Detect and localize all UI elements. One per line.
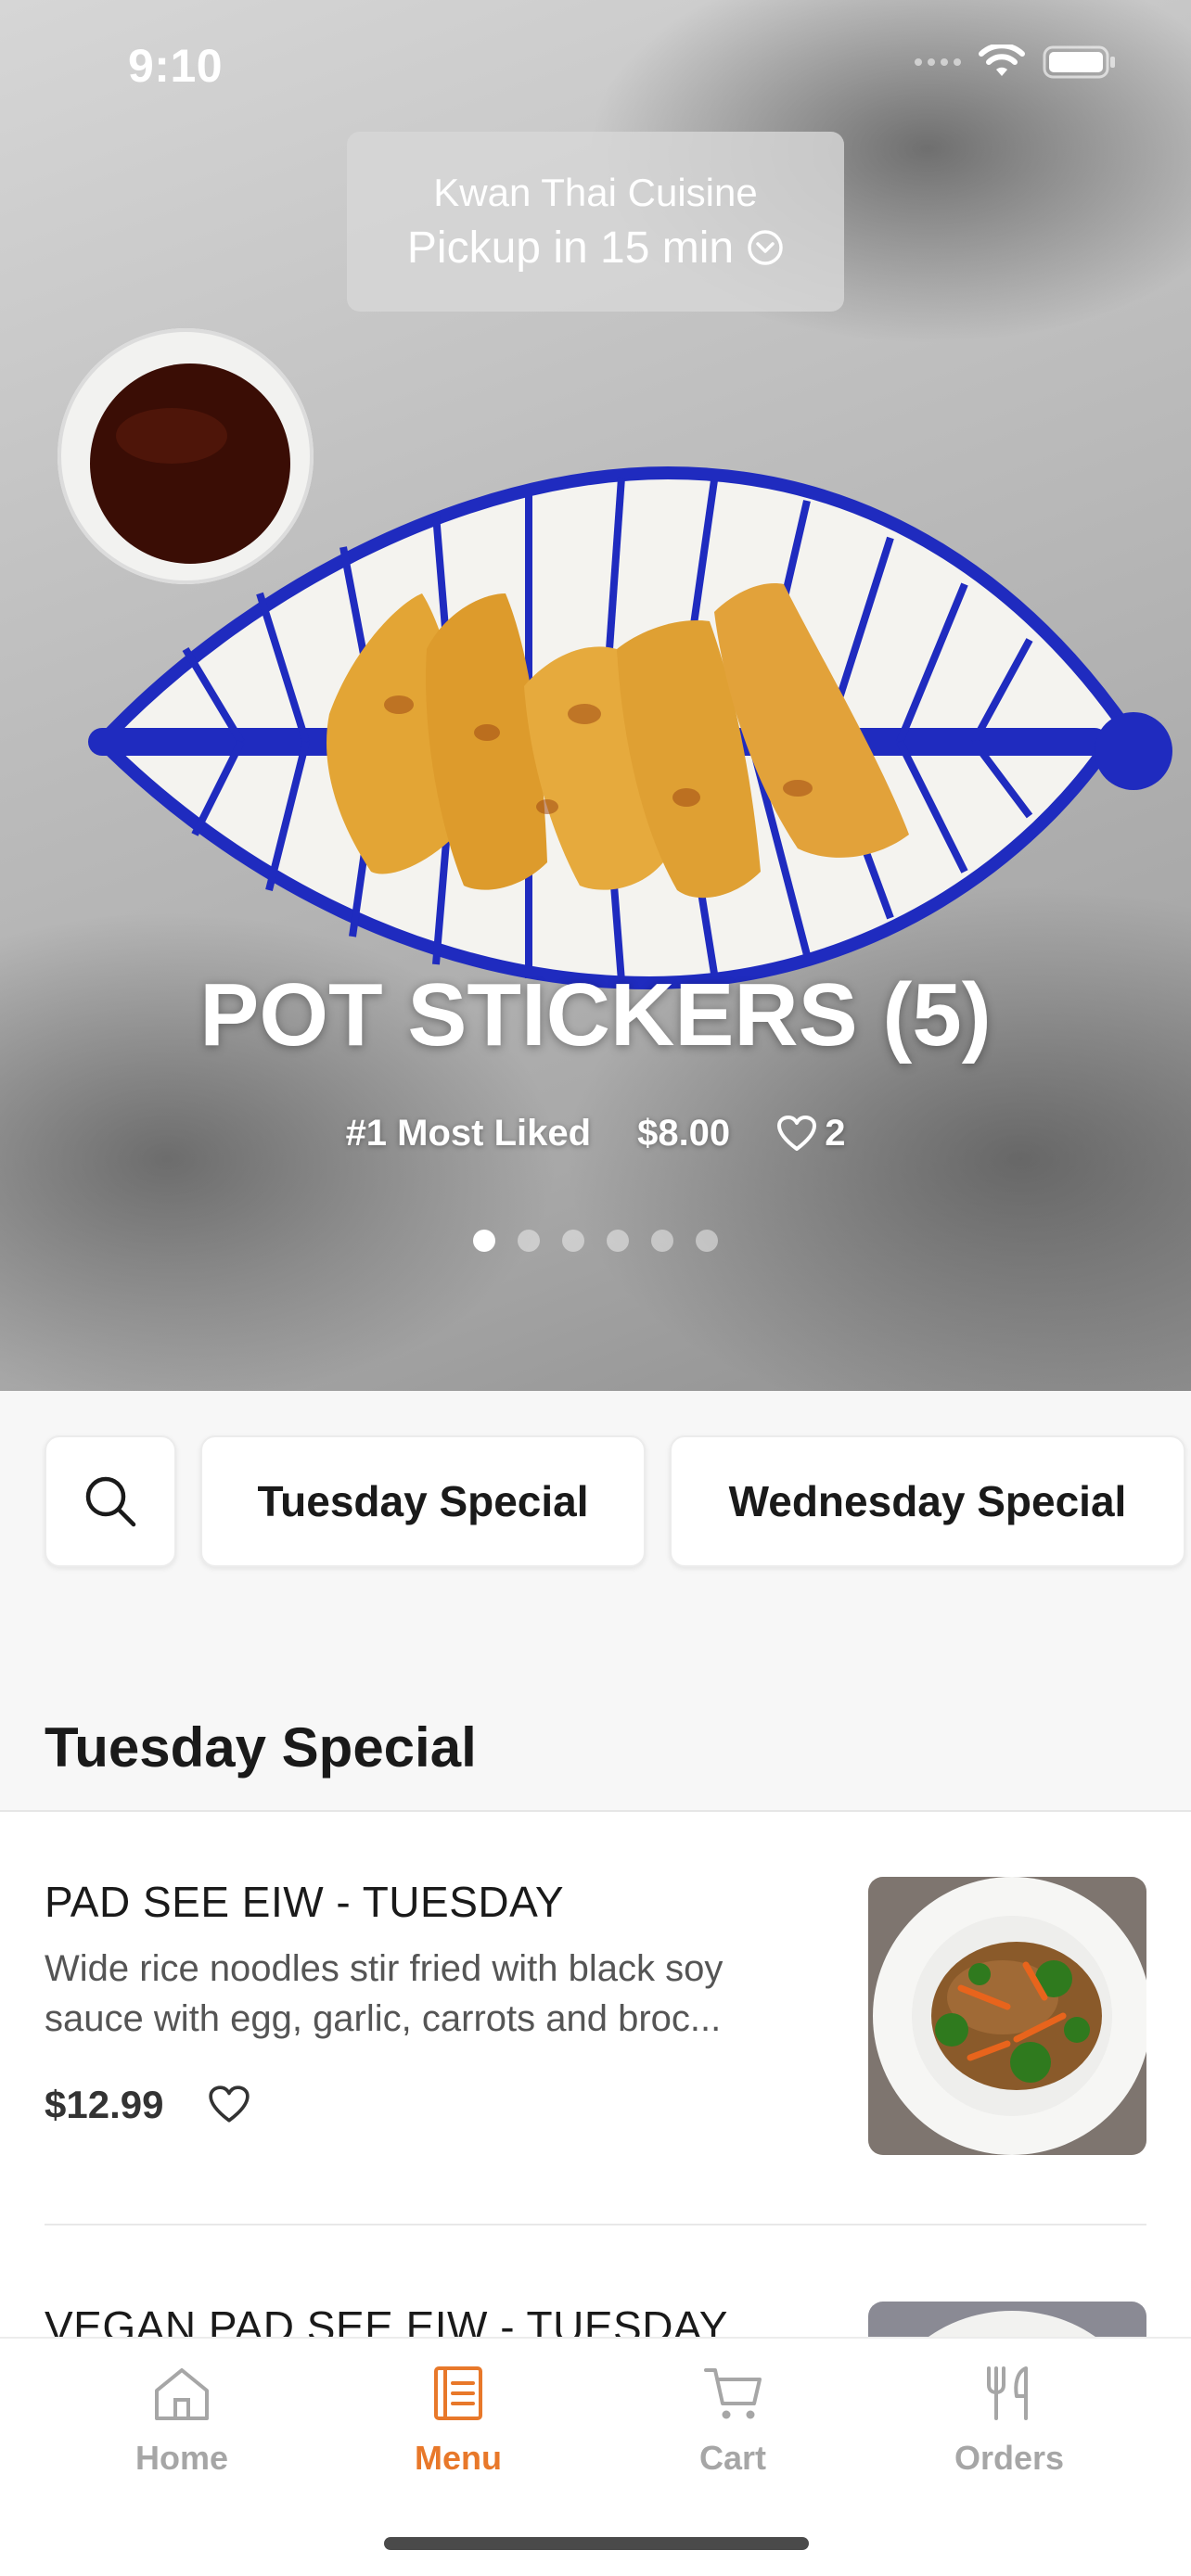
menu-book-icon <box>434 2366 482 2420</box>
carousel-dot[interactable] <box>607 1230 629 1252</box>
featured-price: $8.00 <box>637 1113 731 1154</box>
tab-cart[interactable]: Cart <box>594 2365 872 2478</box>
pickup-time: Pickup in 15 min <box>406 223 735 273</box>
featured-likes-count: 2 <box>825 1113 846 1154</box>
section-title: Tuesday Special <box>45 1716 477 1779</box>
tab-menu[interactable]: Menu <box>319 2365 597 2478</box>
tab-orders[interactable]: Orders <box>870 2365 1148 2478</box>
fork-knife-icon <box>987 2366 1028 2420</box>
menu-item-description-line: Wide rice noodles stir fried with black … <box>45 1948 724 1989</box>
store-selector[interactable]: Kwan Thai Cuisine Pickup in 15 min <box>347 132 844 312</box>
status-bar: 9:10 <box>0 0 1191 130</box>
home-icon <box>155 2368 209 2420</box>
pickup-row: Pickup in 15 min <box>407 223 784 274</box>
search-button[interactable] <box>45 1435 176 1567</box>
hero-banner[interactable]: 9:10 Kwan Thai Cuisine Pickup in 15 min … <box>0 0 1191 1391</box>
chip-wednesday-special[interactable]: Wednesday Special <box>670 1435 1185 1567</box>
menu-item-description-line: sauce with egg, garlic, carrots and broc… <box>45 1998 722 2039</box>
app-screen: 9:10 Kwan Thai Cuisine Pickup in 15 min … <box>0 0 1191 2576</box>
carousel-dot[interactable] <box>518 1230 540 1252</box>
status-time: 9:10 <box>128 40 224 92</box>
chevron-down-circle-icon <box>748 230 783 265</box>
cart-icon <box>704 2368 762 2419</box>
carousel-dot[interactable] <box>696 1230 718 1252</box>
carousel-dot[interactable] <box>473 1230 495 1252</box>
tab-orders-label: Orders <box>954 2439 1065 2477</box>
carousel-pagination[interactable] <box>0 1230 1191 1252</box>
carousel-dot[interactable] <box>562 1230 584 1252</box>
wifi-icon <box>979 45 1025 76</box>
tab-menu-label: Menu <box>415 2439 502 2477</box>
featured-rank: #1 Most Liked <box>345 1113 592 1154</box>
menu-item-price: $12.99 <box>45 2083 164 2126</box>
heart-icon <box>777 1115 817 1151</box>
list-divider <box>45 2224 1146 2225</box>
signal-dots-icon <box>915 58 961 66</box>
category-chips: Tuesday Special Wednesday Special <box>45 1435 1185 1567</box>
menu-item-photo <box>868 1877 1146 2155</box>
featured-item-title: POT STICKERS (5) <box>199 965 992 1065</box>
heart-outline-icon[interactable] <box>208 2085 250 2124</box>
carousel-dot[interactable] <box>651 1230 673 1252</box>
sauce-cup-image <box>58 328 314 584</box>
status-icons <box>915 45 1117 80</box>
menu-item-description: Wide rice noodles stir fried with black … <box>45 1944 842 2044</box>
tab-cart-label: Cart <box>698 2439 767 2477</box>
tab-home[interactable]: Home <box>43 2365 321 2478</box>
featured-item-meta: #1 Most Liked $8.00 2 <box>0 1113 1191 1154</box>
search-icon <box>85 1476 136 1527</box>
battery-icon <box>1043 45 1115 79</box>
store-name: Kwan Thai Cuisine <box>433 170 758 214</box>
tab-home-label: Home <box>134 2439 229 2477</box>
menu-item[interactable]: PAD SEE EIW - TUESDAY Wide rice noodles … <box>45 1877 1146 2155</box>
chip-tuesday-special[interactable]: Tuesday Special <box>200 1435 646 1567</box>
home-indicator <box>384 2537 809 2550</box>
featured-likes[interactable]: 2 <box>776 1113 845 1154</box>
